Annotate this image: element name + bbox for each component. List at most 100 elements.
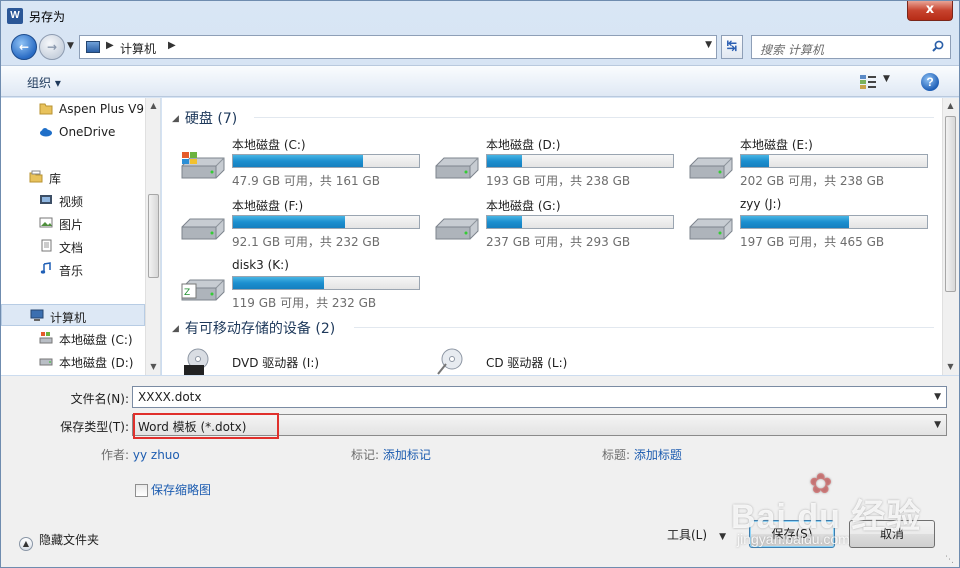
dvd-drive-icon	[184, 348, 209, 375]
drive-tile[interactable]: 本地磁盘 (D:) 193 GB 可用，共 238 GB	[434, 136, 684, 192]
drive-tile[interactable]: 本地磁盘 (G:) 237 GB 可用，共 293 GB	[434, 197, 684, 253]
cancel-button[interactable]: 取消	[849, 520, 935, 548]
sidebar-item-onedrive[interactable]: OneDrive	[1, 121, 145, 143]
title-value[interactable]: 添加标题	[634, 448, 682, 462]
chevron-down-icon[interactable]: ▼	[719, 532, 726, 542]
sidebar-item-aspen[interactable]: Aspen Plus V9	[1, 98, 145, 120]
filetype-label: 保存类型(T):	[60, 420, 129, 434]
sidebar-item-drive-c[interactable]: 本地磁盘 (C:)	[1, 327, 145, 349]
optical-drive-dvd[interactable]: DVD 驱动器 (I:)	[180, 348, 430, 375]
group-header-removable[interactable]: ◢ 有可移动存储的设备 (2)	[172, 318, 335, 338]
refresh-button[interactable]: ↹	[721, 35, 743, 59]
sidebar-item-video[interactable]: 视频	[1, 189, 145, 211]
chevron-up-icon[interactable]: ▲	[19, 537, 33, 551]
group-divider	[354, 327, 934, 328]
drive-usage-fill	[741, 155, 769, 167]
close-button[interactable]: x	[907, 1, 953, 21]
drive-tile[interactable]: 本地磁盘 (C:) 47.9 GB 可用，共 161 GB	[180, 136, 430, 192]
scroll-up-arrow-icon[interactable]: ▲	[943, 98, 958, 114]
optical-drive-label: CD 驱动器 (L:)	[486, 356, 568, 370]
group-label: 硬盘 (7)	[184, 111, 238, 127]
view-dropdown-icon[interactable]: ▼	[883, 74, 890, 84]
drive-tile[interactable]: 本地磁盘 (F:) 92.1 GB 可用，共 232 GB	[180, 197, 430, 253]
sidebar-scrollbar[interactable]: ▲ ▼	[145, 98, 160, 375]
drive-usage-fill	[741, 216, 849, 228]
hard-drive-icon	[689, 218, 733, 240]
back-button[interactable]: ←	[11, 34, 37, 60]
save-button[interactable]: 保存(S)	[749, 520, 835, 548]
organize-menu[interactable]: 组织 ▾	[27, 74, 61, 91]
sidebar-item-drive-d[interactable]: 本地磁盘 (D:)	[1, 350, 145, 372]
scroll-down-arrow-icon[interactable]: ▼	[943, 359, 958, 375]
search-icon[interactable]	[932, 40, 944, 52]
author-field[interactable]: 作者: yy zhuo	[101, 446, 180, 463]
file-view: ◢ 硬盘 (7) 本地磁盘 (C:) 47.9 GB 可用，共 161 GB 本地磁盘…	[162, 98, 959, 375]
search-box[interactable]: 搜索 计算机	[751, 35, 951, 59]
hide-folders-toggle[interactable]: ▲ 隐藏文件夹	[19, 531, 99, 551]
sidebar-item-label: 计算机	[50, 311, 87, 325]
scroll-down-arrow-icon[interactable]: ▼	[146, 359, 160, 375]
computer-icon	[86, 41, 100, 53]
scroll-up-arrow-icon[interactable]: ▲	[146, 98, 160, 114]
video-icon	[40, 195, 52, 204]
sidebar-item-label: 文档	[59, 241, 84, 255]
sidebar-item-pictures[interactable]: 图片	[1, 212, 145, 234]
group-divider	[254, 117, 934, 118]
author-value[interactable]: yy zhuo	[133, 448, 180, 462]
recent-pages-dropdown[interactable]: ▼	[67, 41, 74, 51]
tools-label: 工具(L)	[667, 528, 708, 542]
drive-label: 本地磁盘 (F:)	[232, 199, 304, 213]
forward-button[interactable]: →	[39, 34, 65, 60]
drive-usage-fill	[487, 216, 522, 228]
drive-tile[interactable]: zyy (J:) 197 GB 可用，共 465 GB	[688, 197, 938, 253]
search-input[interactable]: 搜索 计算机	[760, 41, 824, 58]
drive-usage-fill	[233, 216, 345, 228]
chevron-down-icon[interactable]: ▼	[934, 392, 941, 402]
drive-usage-bar	[486, 215, 674, 229]
drive-label: zyy (J:)	[740, 197, 782, 211]
filename-value[interactable]: XXXX.dotx	[138, 390, 201, 404]
address-bar[interactable]: ▶ 计算机 ▶ ▼	[79, 35, 717, 59]
content-scrollbar[interactable]: ▲ ▼	[942, 98, 959, 375]
optical-drive-cd[interactable]: CD 驱动器 (L:)	[434, 348, 684, 375]
drive-free-space: 92.1 GB 可用，共 232 GB	[232, 235, 380, 249]
sidebar-item-label: 本地磁盘 (C:)	[59, 333, 133, 347]
collapse-triangle-icon[interactable]: ◢	[172, 114, 179, 124]
chevron-right-icon[interactable]: ▶	[168, 40, 176, 51]
help-button[interactable]: ?	[921, 73, 939, 91]
command-toolbar: 组织 ▾ ▼ ?	[1, 65, 959, 97]
scroll-thumb[interactable]	[148, 194, 159, 278]
tags-value[interactable]: 添加标记	[383, 448, 431, 462]
tools-menu[interactable]: 工具(L) ▼	[667, 526, 726, 543]
sidebar-item-documents[interactable]: 文档	[1, 235, 145, 257]
tags-field[interactable]: 标记: 添加标记	[351, 446, 431, 463]
sidebar-item-label: 视频	[59, 195, 84, 209]
group-header-hard-disks[interactable]: ◢ 硬盘 (7)	[172, 108, 237, 128]
drive-label: 本地磁盘 (C:)	[232, 138, 306, 152]
drive-usage-bar	[740, 215, 928, 229]
drive-tile[interactable]: Zdisk3 (K:) 119 GB 可用，共 232 GB	[180, 258, 430, 314]
computer-icon	[30, 309, 44, 321]
drive-icon	[39, 358, 53, 366]
collapse-triangle-icon[interactable]: ◢	[172, 324, 179, 334]
sidebar-item-library[interactable]: 库	[1, 166, 145, 188]
drive-label: disk3 (K:)	[232, 258, 289, 272]
save-thumbnail-label[interactable]: 保存缩略图	[151, 481, 211, 498]
title-field[interactable]: 标题: 添加标题	[602, 446, 682, 463]
chevron-right-icon[interactable]: ▶	[106, 40, 114, 51]
drive-usage-bar	[486, 154, 674, 168]
drive-free-space: 193 GB 可用，共 238 GB	[486, 174, 631, 188]
cd-drive-icon	[437, 348, 463, 375]
view-options-icon[interactable]	[859, 74, 877, 90]
resize-grip-icon[interactable]: ⋱	[945, 555, 957, 567]
scroll-thumb[interactable]	[945, 116, 956, 292]
chevron-down-icon[interactable]: ▼	[705, 40, 712, 50]
drive-tile[interactable]: 本地磁盘 (E:) 202 GB 可用，共 238 GB	[688, 136, 938, 192]
sidebar-item-computer[interactable]: 计算机	[1, 304, 145, 326]
chevron-down-icon[interactable]: ▼	[934, 420, 941, 430]
filename-field[interactable]: XXXX.dotx ▼	[132, 386, 947, 408]
save-thumbnail-checkbox[interactable]	[135, 484, 148, 497]
sidebar-item-music[interactable]: 音乐	[1, 258, 145, 280]
hard-drive-icon	[435, 218, 479, 240]
address-path[interactable]: 计算机	[120, 40, 156, 57]
